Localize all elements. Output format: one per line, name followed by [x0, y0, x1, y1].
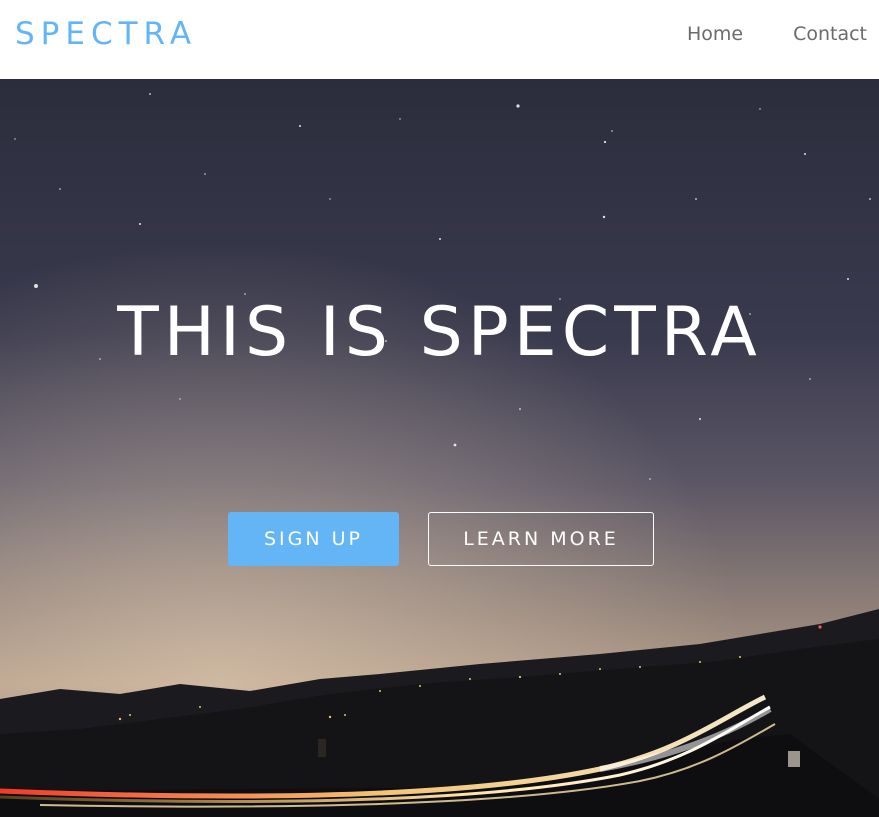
top-navbar: SPECTRA Home Contact	[0, 0, 879, 79]
hero-background-image	[0, 79, 879, 817]
hero-section: THIS IS SPECTRA SIGN UP LEARN MORE	[0, 79, 879, 817]
brand-logo[interactable]: SPECTRA	[15, 14, 197, 54]
learn-more-button[interactable]: LEARN MORE	[428, 512, 654, 566]
main-nav: Home Contact	[687, 20, 867, 48]
nav-link-home[interactable]: Home	[687, 20, 743, 48]
sign-up-button[interactable]: SIGN UP	[228, 512, 399, 566]
nav-link-contact[interactable]: Contact	[793, 20, 867, 48]
hero-title: THIS IS SPECTRA	[117, 293, 762, 372]
